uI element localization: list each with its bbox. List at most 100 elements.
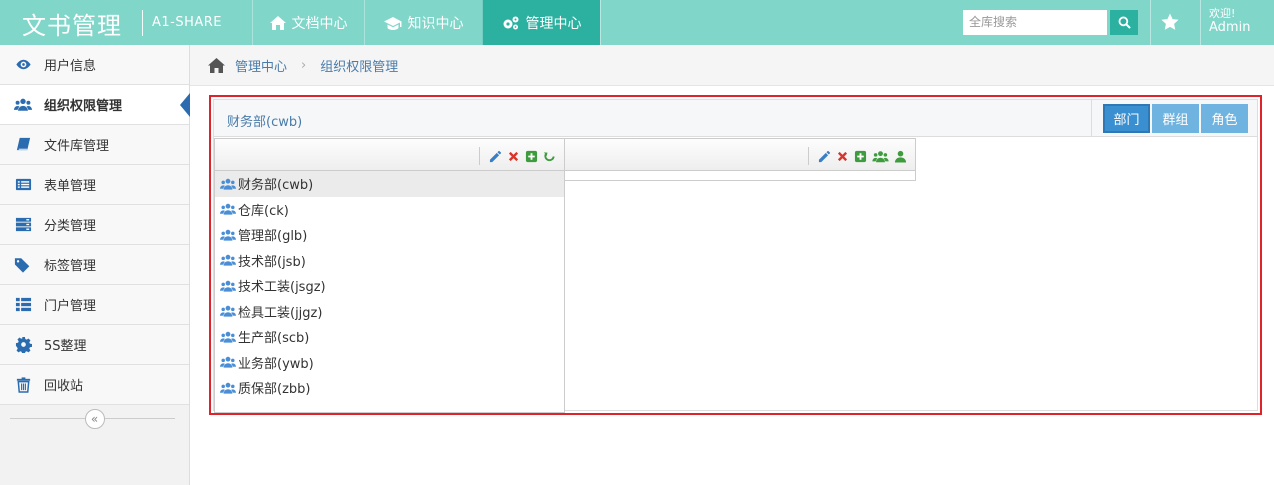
username: Admin — [1209, 20, 1251, 35]
tab-knowledge[interactable]: 知识中心 — [364, 0, 482, 45]
star-icon[interactable] — [1160, 12, 1180, 32]
tree-item-label: 技术工装(jsgz) — [238, 280, 326, 296]
sidebar-item-file-library[interactable]: 文件库管理 — [0, 125, 189, 165]
breadcrumb-separator: › — [301, 57, 307, 73]
tree-item-department[interactable]: 管理部(glb) — [215, 222, 564, 248]
sidebar-item-portal[interactable]: 门户管理 — [0, 285, 189, 325]
breadcrumb-item-management[interactable]: 管理中心 — [235, 56, 287, 75]
search-icon — [1118, 16, 1131, 29]
tab-documents[interactable]: 文档中心 — [252, 0, 364, 45]
users-icon — [220, 306, 236, 317]
tree-item-label: 生产部(scb) — [238, 331, 310, 347]
brand-divider — [142, 10, 143, 36]
tree-item-label: 检具工装(jjgz) — [238, 305, 323, 321]
book-icon — [14, 136, 32, 154]
tree-item-label: 仓库(ck) — [238, 203, 289, 219]
department-button[interactable]: 部门 — [1103, 104, 1150, 133]
users-icon — [220, 229, 236, 241]
tree-item-department[interactable]: 业务部(ywb) — [215, 350, 564, 376]
tree-item-label: 财务部(cwb) — [238, 178, 314, 194]
tree-item-label: 业务部(ywb) — [238, 356, 314, 372]
edit-icon[interactable] — [818, 150, 831, 163]
sidebar-item-label: 分类管理 — [44, 219, 97, 234]
tab-management[interactable]: 管理中心 — [482, 0, 600, 45]
header-divider-2 — [1200, 0, 1201, 45]
tree-item-department[interactable]: 技术部(jsb) — [215, 248, 564, 274]
panel-body: 财务部(cwb) 部门 群组 角色 财务部(cwb) 仓库(ck) 管理部(gl… — [213, 99, 1258, 413]
view-switch-group: 部门 群组 角色 — [1103, 104, 1248, 133]
tree-item-department[interactable]: 仓库(ck) — [215, 197, 564, 223]
cogs-icon — [503, 16, 518, 29]
delete-icon[interactable] — [836, 150, 849, 163]
search-button[interactable] — [1110, 10, 1138, 35]
add-user-icon[interactable] — [894, 150, 907, 163]
sidebar-item-recycle-bin[interactable]: 回收站 — [0, 365, 189, 405]
member-panel — [564, 138, 916, 181]
sidebar-item-label: 门户管理 — [44, 299, 97, 314]
tab-documents-label: 文档中心 — [291, 15, 348, 32]
search-input[interactable]: 全库搜索 — [963, 10, 1107, 35]
graduation-cap-icon — [383, 16, 401, 30]
gear-icon — [14, 336, 32, 354]
department-tree-panel: 财务部(cwb) 仓库(ck) 管理部(glb) 技术部(jsb) 技术工装(j… — [214, 138, 565, 413]
group-button[interactable]: 群组 — [1152, 104, 1199, 133]
sidebar-item-tags[interactable]: 标签管理 — [0, 245, 189, 285]
sidebar-item-label: 标签管理 — [44, 259, 97, 274]
user-menu[interactable]: 欢迎! Admin — [1209, 7, 1250, 35]
home-icon — [208, 57, 225, 73]
users-icon — [220, 331, 236, 343]
sidebar-item-categories[interactable]: 分类管理 — [0, 205, 189, 245]
sidebar-item-label: 回收站 — [44, 379, 84, 394]
panel-header: 财务部(cwb) 部门 群组 角色 — [214, 100, 1257, 137]
member-toolbar — [565, 139, 915, 171]
tree-toolbar — [215, 139, 564, 171]
users-icon — [220, 178, 236, 190]
tree-item-department[interactable]: 质保部(zbb) — [215, 375, 564, 401]
list-alt-icon — [14, 176, 32, 194]
sidebar-item-label: 表单管理 — [44, 179, 97, 194]
add-icon[interactable] — [525, 150, 538, 163]
toolbar-divider — [479, 147, 480, 165]
users-icon — [220, 255, 236, 266]
refresh-icon[interactable] — [543, 150, 556, 163]
app-subtitle: A1-SHARE — [152, 15, 223, 30]
app-title: 文书管理 — [22, 12, 122, 40]
top-navbar: 文书管理 A1-SHARE 文档中心 知识中心 管理中心 全库搜索 欢迎! Ad… — [0, 0, 1274, 45]
sidebar-item-label: 组织权限管理 — [44, 99, 123, 114]
sidebar-item-forms[interactable]: 表单管理 — [0, 165, 189, 205]
collapse-sidebar-button[interactable]: « — [84, 409, 105, 429]
users-icon — [220, 357, 236, 368]
header-divider — [1091, 100, 1092, 137]
home-icon — [269, 15, 286, 30]
add-icon[interactable] — [854, 150, 867, 163]
delete-icon[interactable] — [507, 150, 520, 163]
trash-icon — [14, 376, 32, 394]
users-icon — [220, 280, 236, 292]
sidebar: 用户信息 组织权限管理 文件库管理 表单管理 分类管理 标签管理 门户管理 5S… — [0, 45, 190, 485]
list-icon — [14, 296, 32, 314]
tree-item-label: 质保部(zbb) — [238, 382, 311, 398]
tab-management-label: 管理中心 — [525, 15, 582, 32]
add-users-icon[interactable] — [872, 150, 889, 163]
edit-icon[interactable] — [489, 150, 502, 163]
tree-item-department[interactable]: 检具工装(jjgz) — [215, 299, 564, 325]
header-divider — [1150, 0, 1151, 45]
tab-knowledge-label: 知识中心 — [407, 15, 464, 32]
tree-item-label: 技术部(jsb) — [238, 254, 306, 270]
toolbar-divider — [808, 147, 809, 165]
tree-item-department[interactable]: 生产部(scb) — [215, 324, 564, 350]
role-button[interactable]: 角色 — [1201, 104, 1248, 133]
users-icon — [14, 96, 32, 114]
sidebar-item-org-permissions[interactable]: 组织权限管理 — [0, 85, 190, 125]
sidebar-item-user-info[interactable]: 用户信息 — [0, 45, 189, 85]
sidebar-item-label: 文件库管理 — [44, 139, 110, 154]
breadcrumb: 管理中心 › 组织权限管理 — [190, 45, 1274, 86]
sidebar-item-5s[interactable]: 5S整理 — [0, 325, 189, 365]
users-icon — [220, 382, 236, 394]
tree-item-department[interactable]: 财务部(cwb) — [215, 171, 564, 197]
tree-item-department[interactable]: 技术工装(jsgz) — [215, 273, 564, 299]
sidebar-item-label: 5S整理 — [44, 339, 87, 354]
tab-divider — [600, 0, 601, 45]
users-icon — [220, 204, 236, 215]
tree-item-label: 管理部(glb) — [238, 229, 308, 245]
